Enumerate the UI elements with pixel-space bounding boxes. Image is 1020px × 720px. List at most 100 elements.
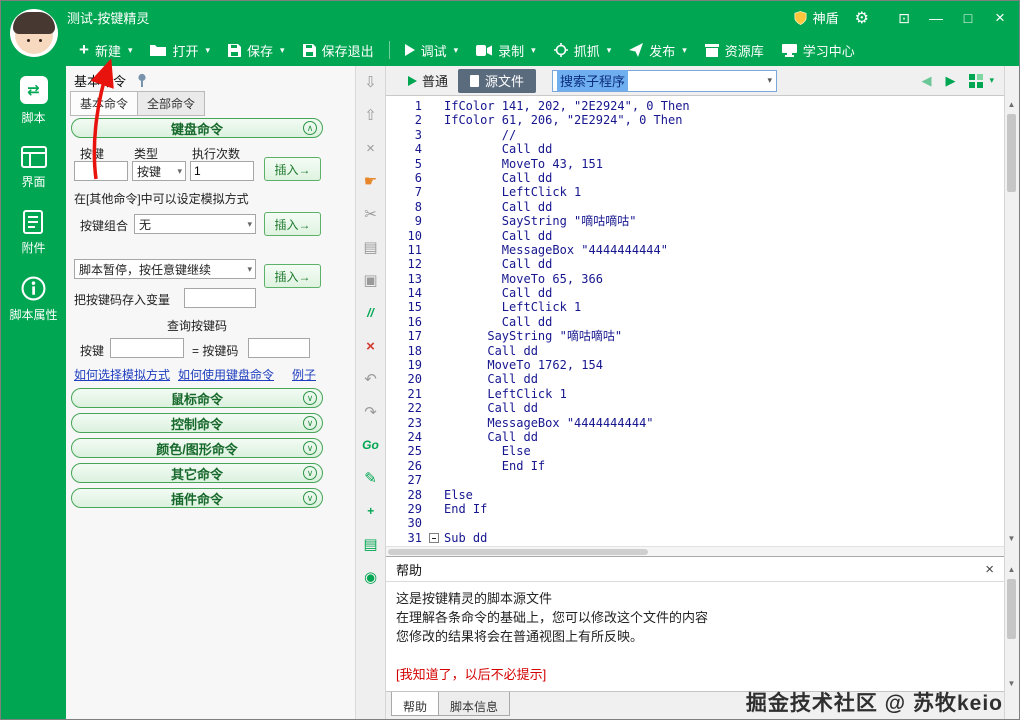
open-button[interactable]: 打开 ▾: [142, 36, 218, 65]
edit-tool-icon[interactable]: ✎: [364, 470, 377, 487]
help-scroll-down-icon[interactable]: ▼: [1005, 678, 1018, 690]
code-line[interactable]: 29 End If: [386, 502, 1004, 516]
code-line[interactable]: 17 SayString "嘀咕嘀咕": [386, 329, 1004, 343]
section-plugin-commands[interactable]: 插件命令 ∨: [71, 488, 323, 508]
publish-button[interactable]: 发布 ▾: [621, 36, 695, 65]
combo-select[interactable]: 无 ▾: [134, 214, 256, 234]
link-choose-simulation[interactable]: 如何选择模拟方式: [74, 366, 170, 383]
code-line[interactable]: 4 Call dd: [386, 142, 1004, 156]
code-line[interactable]: 25 Else: [386, 444, 1004, 458]
delete-icon[interactable]: ×: [366, 338, 375, 355]
insert-combo-button[interactable]: 插入→: [264, 212, 321, 236]
sidebar-item-script[interactable]: ⇄ 脚本: [19, 76, 48, 126]
sidebar-item-interface[interactable]: 界面: [20, 146, 48, 190]
code-line[interactable]: 21 LeftClick 1: [386, 387, 1004, 401]
code-line[interactable]: 22 Call dd: [386, 401, 1004, 415]
query-code-input[interactable]: [248, 338, 310, 358]
redo-icon[interactable]: ↷: [364, 404, 377, 421]
code-line[interactable]: 31 Sub dd: [386, 531, 1004, 545]
tab-normal-view[interactable]: 普通: [398, 66, 458, 95]
code-line[interactable]: 23 MessageBox "4444444444": [386, 416, 1004, 430]
code-line[interactable]: 8 Call dd: [386, 200, 1004, 214]
code-line[interactable]: 1 IfColor 141, 202, "2E2924", 0 Then: [386, 99, 1004, 113]
collapse-icon[interactable]: ∧: [303, 121, 317, 135]
expand-icon[interactable]: ∨: [303, 441, 317, 455]
undo-icon[interactable]: ↶: [364, 371, 377, 388]
sidebar-item-attachments[interactable]: 附件: [21, 210, 46, 256]
code-line[interactable]: 30: [386, 516, 1004, 530]
debug-button[interactable]: 调试 ▾: [397, 36, 467, 65]
code-line[interactable]: 9 SayString "嘀咕嘀咕": [386, 214, 1004, 228]
subroutine-search-combo[interactable]: 搜索子程序 ▾: [552, 69, 778, 92]
tab-all-commands[interactable]: 全部命令: [137, 91, 206, 116]
store-variable-input[interactable]: [184, 288, 256, 308]
code-line[interactable]: 18 Call dd: [386, 344, 1004, 358]
sidebar-item-script-properties[interactable]: 脚本属性: [9, 276, 58, 323]
nav-prev-icon[interactable]: ◀: [921, 73, 931, 89]
expand-icon[interactable]: ∨: [303, 416, 317, 430]
section-keyboard-commands[interactable]: 键盘命令 ∧: [71, 118, 323, 138]
code-line[interactable]: 5 MoveTo 43, 151: [386, 157, 1004, 171]
move-down-icon[interactable]: ⇩: [364, 74, 377, 91]
link-examples[interactable]: 例子: [292, 366, 316, 383]
pause-select[interactable]: 脚本暂停，按任意键继续 ▾: [74, 259, 256, 279]
type-select[interactable]: 按键 ▾: [132, 161, 186, 181]
layout-grid-icon[interactable]: [969, 73, 984, 88]
view-tool-icon[interactable]: ◉: [364, 569, 377, 586]
learning-center-button[interactable]: 学习中心: [774, 36, 863, 65]
goto-icon[interactable]: Go: [362, 437, 379, 454]
query-key-input[interactable]: [110, 338, 184, 358]
minimize-button[interactable]: —: [927, 9, 945, 27]
nav-next-icon[interactable]: ▶: [945, 73, 955, 89]
pin-icon[interactable]: [136, 73, 148, 88]
code-editor[interactable]: 1 IfColor 141, 202, "2E2924", 0 Then 2 IfC…: [386, 96, 1004, 546]
notes-icon[interactable]: ▤: [363, 536, 377, 553]
code-line[interactable]: 28 Else: [386, 488, 1004, 502]
save-exit-button[interactable]: 保存退出: [295, 36, 382, 65]
code-line[interactable]: 13 MoveTo 65, 366: [386, 272, 1004, 286]
clear-icon[interactable]: ×: [366, 140, 375, 157]
shield-badge[interactable]: 神盾: [793, 8, 839, 27]
code-line[interactable]: 2 IfColor 61, 206, "2E2924", 0 Then: [386, 113, 1004, 127]
insert-key-button[interactable]: 插入→: [264, 157, 321, 181]
dropdown-caret-icon[interactable]: ▾: [989, 75, 994, 86]
tab-help[interactable]: 帮助: [391, 692, 440, 716]
resource-library-button[interactable]: 资源库: [697, 36, 772, 65]
save-button[interactable]: 保存 ▾: [220, 36, 293, 65]
vertical-scrollbar-thumb[interactable]: [1007, 114, 1016, 192]
expand-icon[interactable]: ∨: [303, 466, 317, 480]
help-dismiss-link[interactable]: [我知道了，以后不必提示]: [396, 664, 546, 683]
add-tool-icon[interactable]: +: [367, 503, 374, 520]
tab-source-file[interactable]: 源文件: [458, 68, 537, 93]
code-line[interactable]: 15 LeftClick 1: [386, 300, 1004, 314]
grab-button[interactable]: 抓抓 ▾: [546, 36, 620, 65]
section-color-graphics-commands[interactable]: 颜色/图形命令 ∨: [71, 438, 323, 458]
section-other-commands[interactable]: 其它命令 ∨: [71, 463, 323, 483]
key-input[interactable]: [74, 161, 128, 181]
help-scrollbar-thumb[interactable]: [1007, 579, 1016, 639]
cut-icon[interactable]: ✂: [364, 206, 377, 223]
code-line[interactable]: 19 MoveTo 1762, 154: [386, 358, 1004, 372]
tab-script-info[interactable]: 脚本信息: [438, 692, 511, 716]
code-line[interactable]: 14 Call dd: [386, 286, 1004, 300]
close-button[interactable]: ×: [991, 8, 1009, 27]
code-line[interactable]: 11 MessageBox "4444444444": [386, 243, 1004, 257]
count-input[interactable]: [190, 161, 254, 181]
code-line[interactable]: 3 //: [386, 128, 1004, 142]
hand-tool-icon[interactable]: ☛: [364, 173, 377, 190]
code-line[interactable]: 16 Call dd: [386, 315, 1004, 329]
code-line[interactable]: 10 Call dd: [386, 229, 1004, 243]
code-line[interactable]: 26 End If: [386, 459, 1004, 473]
tab-basic-commands[interactable]: 基本命令: [70, 91, 139, 116]
expand-icon[interactable]: ∨: [303, 391, 317, 405]
copy-icon[interactable]: ▣: [363, 272, 377, 289]
code-line[interactable]: 24 Call dd: [386, 430, 1004, 444]
horizontal-scrollbar-thumb[interactable]: [388, 549, 648, 555]
fold-collapse-icon[interactable]: [429, 532, 439, 543]
help-scroll-up-icon[interactable]: ▲: [1005, 564, 1018, 576]
horizontal-scrollbar[interactable]: [386, 546, 1004, 556]
code-line[interactable]: 20 Call dd: [386, 372, 1004, 386]
code-line[interactable]: 27: [386, 473, 1004, 487]
code-line[interactable]: 12 Call dd: [386, 257, 1004, 271]
move-up-icon[interactable]: ⇧: [364, 107, 377, 124]
